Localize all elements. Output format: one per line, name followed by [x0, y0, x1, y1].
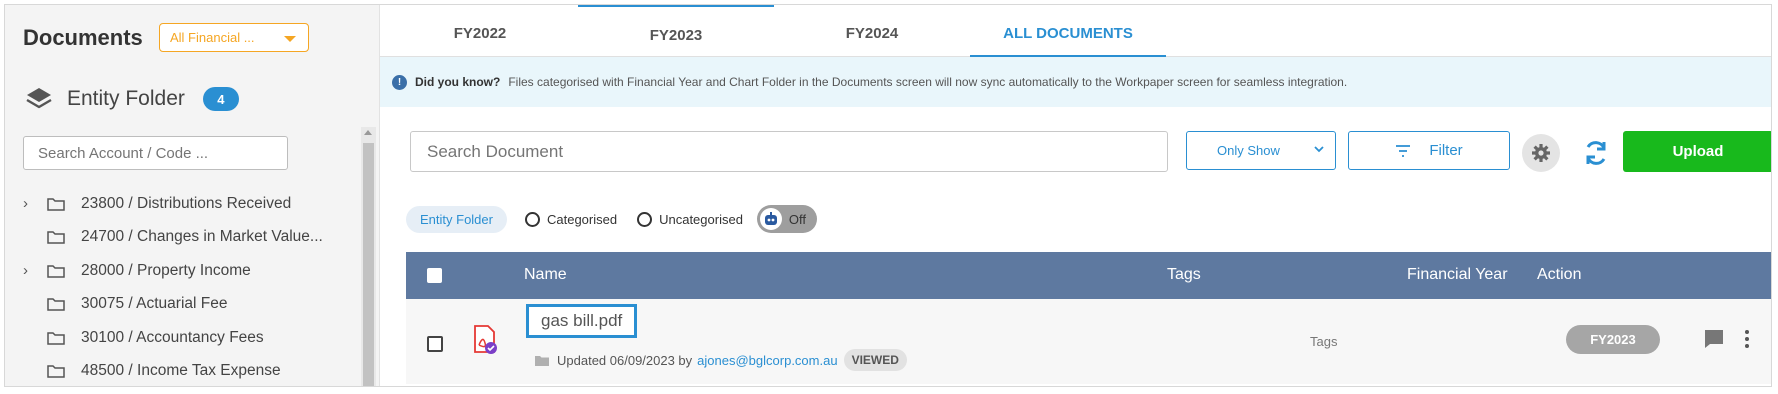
filter-label: Filter [1429, 142, 1463, 159]
document-search-input[interactable] [410, 131, 1168, 172]
only-show-label: Only Show [1217, 143, 1280, 158]
radio-circle[interactable] [524, 211, 540, 227]
tree-item[interactable]: › 23800 / Distributions Received [23, 187, 323, 221]
financial-year-pill[interactable]: FY2023 [1566, 325, 1660, 354]
column-header-financial-year[interactable]: Financial Year [1407, 266, 1508, 284]
scroll-up-arrow-icon[interactable] [364, 130, 372, 135]
sidebar: Documents All Financial ... Entity Folde… [5, 5, 380, 386]
caret-down-icon [284, 36, 296, 42]
table-row[interactable]: gas bill.pdf Updated 06/09/2023 by ajone… [406, 299, 1771, 384]
category-filters: Entity Folder Categorised Uncategorised … [406, 204, 817, 234]
tree-item[interactable]: 24700 / Changes in Market Value... [23, 221, 323, 255]
sidebar-title: Documents [23, 25, 143, 50]
tree-item-label: 28000 / Property Income [81, 261, 251, 279]
settings-button[interactable] [1522, 134, 1560, 172]
gear-icon [1532, 144, 1550, 162]
entity-folder-header: Entity Folder 4 [25, 85, 239, 113]
financial-year-select[interactable]: All Financial ... [159, 23, 309, 52]
refresh-button[interactable] [1577, 134, 1615, 172]
robot-icon [759, 208, 782, 230]
sidebar-scrollbar[interactable] [361, 127, 376, 386]
radio-uncategorised-label: Uncategorised [659, 211, 743, 227]
more-options-icon[interactable] [1744, 329, 1750, 349]
tree-item-label: 24700 / Changes in Market Value... [81, 228, 323, 246]
folder-move-icon [535, 355, 549, 366]
account-search-input[interactable] [23, 136, 288, 170]
folder-icon [47, 198, 65, 211]
tab-fy2022[interactable]: FY2022 [382, 5, 578, 57]
tab-all-documents[interactable]: ALL DOCUMENTS [970, 5, 1166, 57]
radio-uncategorised[interactable]: Uncategorised [637, 211, 743, 227]
ai-toggle[interactable]: Off [756, 205, 817, 233]
select-all-checkbox[interactable] [427, 268, 442, 283]
column-header-tags: Tags [1167, 266, 1201, 283]
tree-item-label: 48500 / Income Tax Expense [81, 362, 281, 380]
folder-icon [47, 365, 65, 378]
entity-folder-chip[interactable]: Entity Folder [406, 205, 507, 233]
updated-text: Updated 06/09/2023 by [557, 352, 693, 368]
radio-circle[interactable] [637, 211, 653, 227]
documents-table: Name Tags Financial Year Action gas bill… [406, 252, 1771, 386]
tab-fy2023[interactable]: FY2023 [578, 5, 774, 57]
radio-categorised[interactable]: Categorised [524, 211, 618, 227]
chevron-right-icon[interactable]: › [23, 262, 45, 279]
financial-year-select-value: All Financial ... [170, 30, 255, 45]
tree-item[interactable]: 48500 / Income Tax Expense [23, 355, 323, 387]
viewed-badge: VIEWED [843, 349, 907, 371]
folder-icon [47, 265, 65, 278]
entity-folder-count-badge: 4 [202, 87, 239, 111]
year-tabs: FY2022 FY2023 FY2024 ALL DOCUMENTS [380, 5, 1771, 57]
app-frame: Documents All Financial ... Entity Folde… [4, 4, 1772, 387]
info-lead: Did you know? [415, 75, 501, 89]
filter-button[interactable]: Filter [1348, 131, 1510, 170]
row-checkbox[interactable] [427, 336, 443, 352]
folder-icon [47, 332, 65, 345]
upload-button[interactable]: Upload [1623, 131, 1771, 172]
sync-icon [1586, 141, 1606, 165]
column-header-name[interactable]: Name [524, 266, 567, 284]
column-header-action: Action [1537, 266, 1582, 283]
chevron-down-icon [1314, 146, 1324, 153]
layers-icon [26, 88, 52, 109]
account-tree: › 23800 / Distributions Received 24700 /… [23, 187, 323, 387]
radio-categorised-label: Categorised [546, 211, 618, 227]
tags-cell[interactable]: Tags [1310, 334, 1337, 349]
folder-icon [47, 298, 65, 311]
only-show-select[interactable]: Only Show [1186, 131, 1336, 170]
comment-icon[interactable] [1703, 328, 1725, 350]
tree-item[interactable]: 30075 / Actuarial Fee [23, 288, 323, 322]
info-banner: ! Did you know? Files categorised with F… [380, 57, 1771, 107]
ai-toggle-state: Off [788, 211, 807, 227]
scrollbar-thumb[interactable] [363, 143, 374, 386]
chevron-right-icon[interactable]: › [23, 195, 45, 212]
tree-item[interactable]: 30100 / Accountancy Fees [23, 321, 323, 355]
info-icon: ! [392, 74, 407, 90]
tree-item[interactable]: › 28000 / Property Income [23, 254, 323, 288]
document-toolbar: Only Show Filter [380, 115, 1771, 175]
table-header: Name Tags Financial Year Action [406, 252, 1771, 299]
tree-item-label: 23800 / Distributions Received [81, 194, 292, 212]
info-text: Files categorised with Financial Year an… [508, 75, 1348, 89]
file-name-link[interactable]: gas bill.pdf [526, 304, 638, 338]
tree-item-label: 30100 / Accountancy Fees [81, 328, 264, 346]
user-email-link[interactable]: ajones@bglcorp.com.au [697, 353, 837, 368]
pdf-file-icon [474, 325, 497, 354]
entity-folder-label: Entity Folder [67, 87, 185, 110]
file-meta: Updated 06/09/2023 by ajones@bglcorp.com… [535, 349, 907, 371]
tree-item-label: 30075 / Actuarial Fee [81, 295, 228, 313]
folder-icon [47, 231, 65, 244]
tab-fy2024[interactable]: FY2024 [774, 5, 970, 57]
filter-icon [1396, 144, 1411, 157]
main-content: FY2022 FY2023 FY2024 ALL DOCUMENTS ! Did… [380, 5, 1771, 386]
